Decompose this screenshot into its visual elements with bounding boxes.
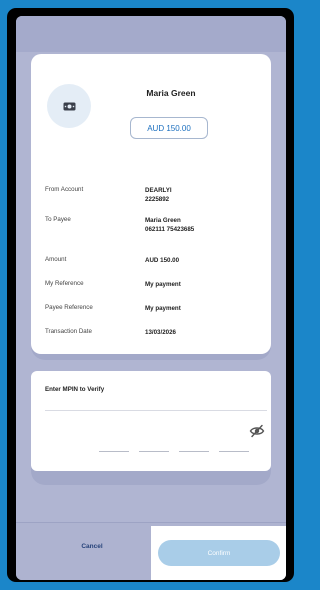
detail-value: Maria Green 062111 75423685 [145, 216, 194, 234]
detail-row-to-payee: To Payee Maria Green 062111 75423685 [45, 216, 265, 240]
detail-label: Transaction Date [45, 328, 92, 335]
mpin-digit-slot[interactable] [139, 451, 169, 452]
detail-value: AUD 150.00 [145, 257, 180, 264]
cancel-button[interactable]: Cancel [52, 536, 132, 556]
detail-value-line: Maria Green [145, 217, 181, 224]
detail-value: 13/03/2026 [145, 329, 176, 336]
detail-label: To Payee [45, 216, 71, 223]
screen: Maria Green AUD 150.00 From Account DEAR… [16, 16, 286, 580]
detail-row-amount: Amount AUD 150.00 [45, 256, 265, 280]
detail-label: Amount [45, 256, 67, 263]
confirm-button[interactable]: Confirm [158, 540, 280, 566]
amount-badge: AUD 150.00 [130, 117, 208, 139]
detail-label: From Account [45, 186, 84, 193]
detail-row-transaction-date: Transaction Date 13/03/2026 [45, 328, 265, 352]
mpin-digit-slot[interactable] [219, 451, 249, 452]
detail-row-from-account: From Account DEARLYI 2225892 [45, 186, 265, 210]
detail-value-line: 2225892 [145, 196, 170, 203]
detail-value: My payment [145, 281, 181, 288]
detail-label: Payee Reference [45, 304, 93, 311]
detail-value-line: DEARLYI [145, 187, 172, 194]
cash-icon [63, 102, 75, 110]
detail-value: My payment [145, 305, 181, 312]
divider [45, 410, 267, 411]
confirm-button-area: Confirm [151, 526, 286, 580]
payment-summary-card: Maria Green AUD 150.00 From Account DEAR… [31, 54, 271, 354]
payee-name-title: Maria Green [146, 88, 196, 98]
detail-row-my-reference: My Reference My payment [45, 280, 265, 304]
mpin-digit-slot[interactable] [179, 451, 209, 452]
mpin-digit-slot[interactable] [99, 451, 129, 452]
eye-slash-icon[interactable] [249, 424, 265, 438]
detail-label: My Reference [45, 280, 84, 287]
detail-value: DEARLYI 2225892 [145, 186, 172, 204]
detail-row-payee-reference: Payee Reference My payment [45, 304, 265, 328]
mpin-card: Enter MPIN to Verify [31, 371, 271, 471]
mpin-title: Enter MPIN to Verify [45, 386, 105, 393]
detail-value-line: 062111 75423685 [145, 226, 195, 233]
header-band [16, 16, 286, 52]
